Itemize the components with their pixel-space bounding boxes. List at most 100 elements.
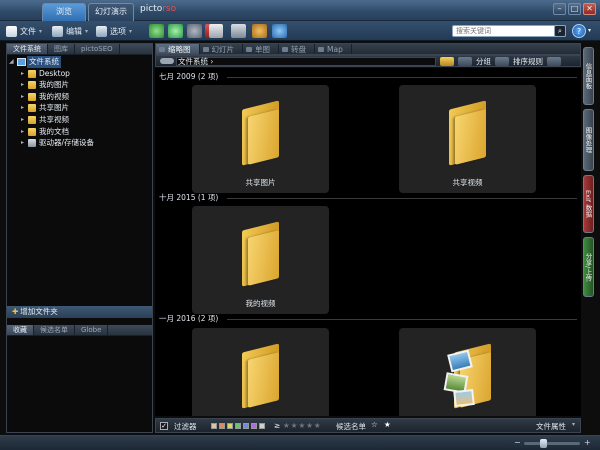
menu-file[interactable]: 文件 ▾ [6,24,42,38]
tab-pictoseo[interactable]: pictoSEO [75,44,120,54]
expand-icon[interactable]: ▸ [21,79,24,91]
expand-icon[interactable]: ▸ [21,68,24,80]
tab-exif[interactable]: Exif 数据 [583,175,594,233]
folder-icon [28,104,36,113]
color-swatch[interactable] [259,423,265,429]
tab-browse[interactable]: 浏览 [42,3,86,21]
shortlist-label[interactable]: 候选名单 [336,421,366,432]
sort-button[interactable]: 排序规则 [513,56,543,67]
tab-favorites[interactable]: 收藏 [7,325,34,335]
sync-icon[interactable] [168,24,183,38]
tab-info-panel[interactable]: 信息面板 [583,47,594,105]
expand-icon[interactable]: ▸ [21,91,24,103]
color-swatch[interactable] [219,423,225,429]
tab-map[interactable]: Map [315,44,352,54]
help-chevron-icon[interactable]: ▾ [588,27,591,34]
search-input[interactable] [453,26,553,36]
close-button[interactable]: ✕ [583,3,596,15]
tree-item-label: 共享视频 [39,114,69,124]
filter-icon[interactable] [458,57,472,66]
color-swatch[interactable] [243,423,249,429]
folder-card-with-photos[interactable] [399,328,536,416]
zoom-slider-track[interactable] [524,442,580,445]
folder-up-icon[interactable] [440,57,454,66]
chevron-down-icon: ▾ [85,27,89,35]
filter-checkbox[interactable]: ✓ [160,422,168,430]
upload-icon[interactable] [272,24,287,38]
tree-root[interactable]: ◢ 文件系统 [7,56,152,68]
tab-globe[interactable]: Globe [75,325,109,335]
minimize-button[interactable]: – [553,3,566,15]
expand-icon[interactable]: ▸ [21,137,24,149]
chevron-down-icon: ▾ [129,27,133,35]
tab-filmstrip[interactable]: 幻灯片 [200,44,243,54]
tab-image-edit[interactable]: 图像处理 [583,109,594,171]
tab-single[interactable]: 单图 [243,44,279,54]
tree-item-desktop[interactable]: ▸ Desktop [7,68,152,80]
tab-share-upload[interactable]: 分享/上传 [583,237,594,297]
file-properties-button[interactable]: 文件属性 [536,421,566,432]
tab-shortlist[interactable]: 候选名单 [34,325,75,335]
group-button[interactable]: 分组 [476,56,491,67]
star-outline-icon[interactable]: ☆ [371,420,378,429]
path-field[interactable] [176,57,436,66]
tab-thumbnails[interactable]: 缩略图 [156,44,200,54]
color-swatch[interactable] [211,423,217,429]
zoom-slider-handle[interactable] [540,439,547,448]
folder-icon [28,69,36,78]
help-button[interactable]: ? [572,24,586,38]
add-folder-button[interactable]: ✚ 增加文件夹 [7,306,152,318]
computer-icon [17,58,26,66]
view-mode-icon[interactable] [495,57,509,66]
color-swatch[interactable] [251,423,257,429]
tree-item-my-videos[interactable]: ▸ 我的视频 [7,91,152,103]
scan-icon[interactable] [231,24,246,38]
tree-item-my-documents[interactable]: ▸ 我的文档 [7,126,152,138]
tab-library[interactable]: 图库 [48,44,75,54]
expand-icon[interactable]: ▸ [21,126,24,138]
group-divider [227,77,577,78]
back-icon[interactable] [160,58,174,64]
toolbar: 文件 ▾ 编辑 ▾ 选项 ▾ ⌕ ? ▾ [0,21,600,41]
tree-item-shared-pictures[interactable]: ▸ 共享图片 [7,102,152,114]
app-window: 浏览 幻灯演示 pictorso – □ ✕ 文件 ▾ 编辑 ▾ 选项 ▾ 搜索… [0,0,600,450]
folder-card[interactable] [192,328,329,416]
menu-options[interactable]: 选项 ▾ [96,24,132,38]
breadcrumb[interactable]: 文件系统 › [178,56,213,67]
menu-edit-label: 编辑 [66,26,82,36]
expand-icon[interactable]: ▸ [21,114,24,126]
tree-item-drives[interactable]: ▸ 驱动器/存储设备 [7,137,152,149]
expand-icon[interactable]: ▸ [21,102,24,114]
tree-item-shared-videos[interactable]: ▸ 共享视频 [7,114,152,126]
zoom-out-button[interactable]: − [514,438,521,447]
tab-filesystem[interactable]: 文件系统 [7,44,48,54]
expand-icon[interactable]: ◢ [9,56,14,68]
search-button[interactable]: ⌕ [554,25,566,37]
star-filled-icon[interactable]: ★ [384,420,391,429]
chevron-down-icon[interactable]: ▾ [572,421,575,428]
folder-card-shared-videos[interactable]: 共享视频 [399,85,536,193]
sort-order-icon[interactable] [547,57,561,66]
view-tabs: 缩略图 幻灯片 单图 转盘 Map [155,43,581,55]
folder-card-shared-pictures[interactable]: 共享图片 [192,85,329,193]
tree-item-label: 我的视频 [39,91,69,101]
print-icon[interactable] [209,24,223,38]
zoom-in-button[interactable]: + [584,438,591,447]
rating-stars[interactable]: ★★★★★ [283,421,322,430]
folder-card-my-videos[interactable]: 我的视频 [192,206,329,314]
tab-carousel[interactable]: 转盘 [279,44,315,54]
folder-icon [242,221,279,287]
import-icon[interactable] [149,24,164,38]
slideshow-icon[interactable] [187,24,202,38]
color-swatch[interactable] [235,423,241,429]
tree-item-my-pictures[interactable]: ▸ 我的图片 [7,79,152,91]
menu-edit[interactable]: 编辑 ▾ [52,24,88,38]
tab-slideshow[interactable]: 幻灯演示 [88,3,134,21]
color-swatch[interactable] [227,423,233,429]
logo-main: picto [140,4,163,14]
right-sidebar: 信息面板 图像处理 Exif 数据 分享/上传 [581,43,595,433]
folder-icon [28,127,36,136]
maximize-button[interactable]: □ [568,3,581,15]
share-icon[interactable] [252,24,267,38]
thumbnail-grid: 七月 2009 (2 项) 共享图片 共享视频 十月 2015 (1 项) 我的… [155,68,581,416]
